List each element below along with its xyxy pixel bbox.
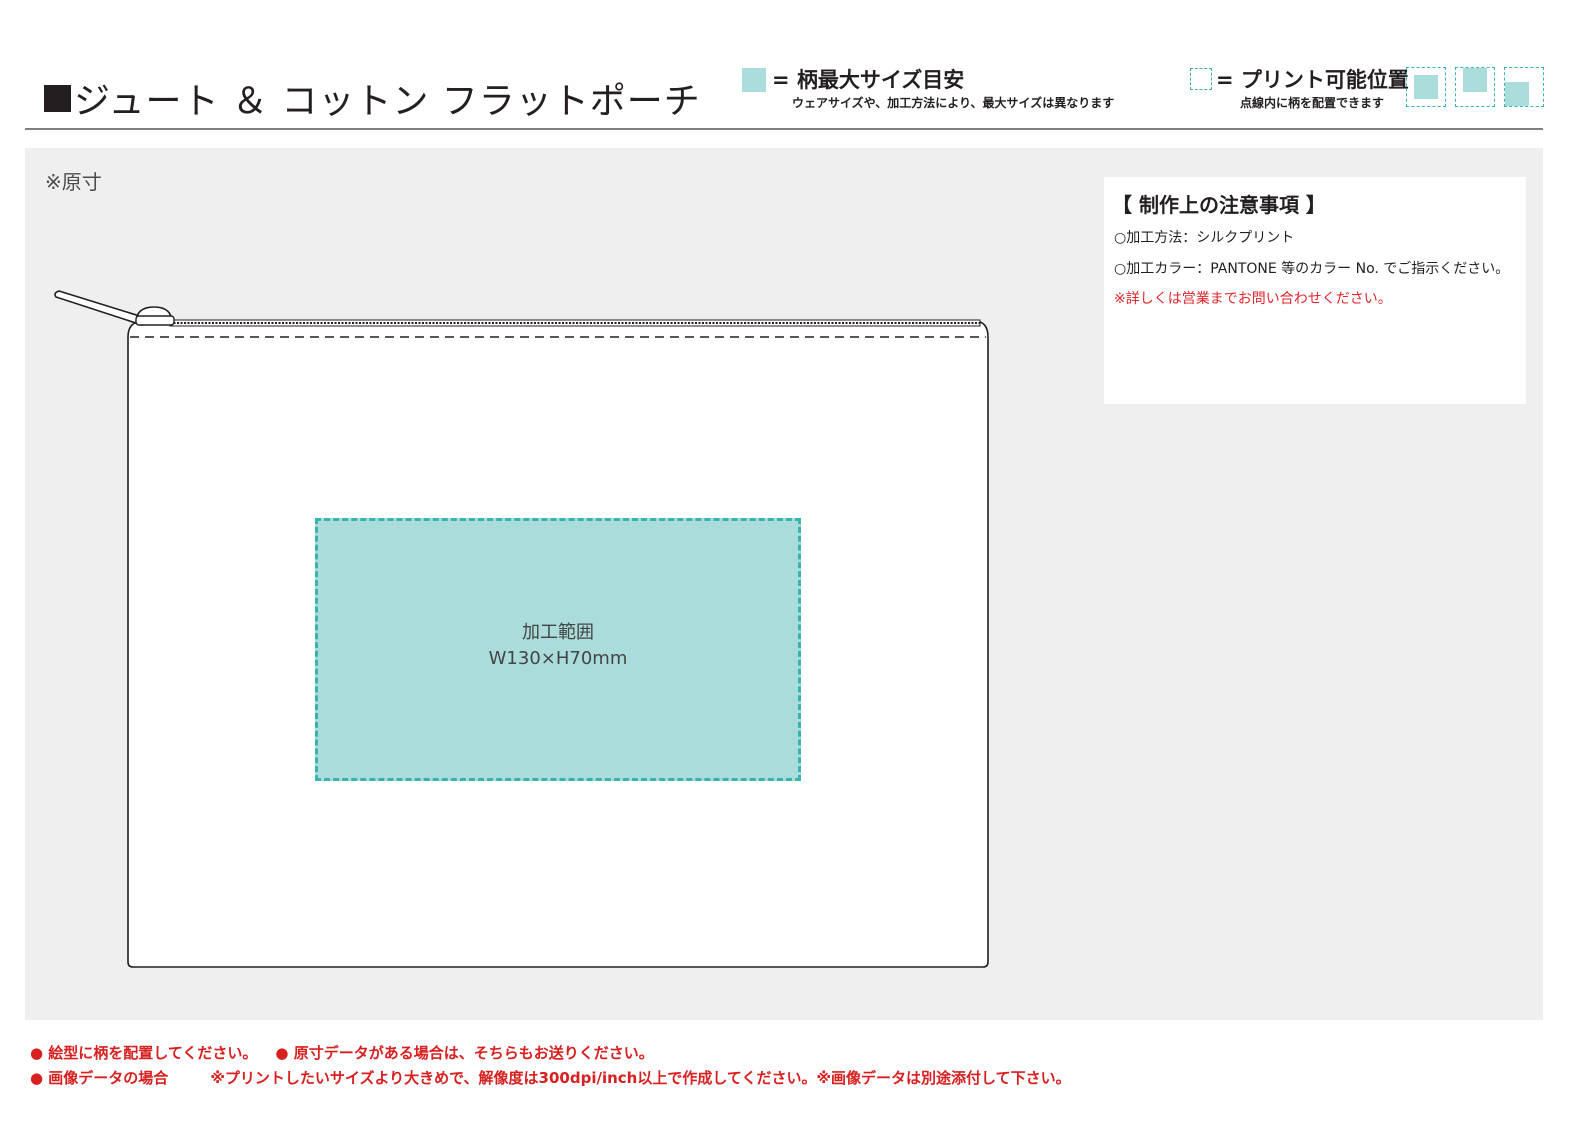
title-text: ジュート ＆ コットン フラットポーチ: [74, 81, 701, 122]
scale-note: ※原寸: [45, 170, 102, 194]
position-example-center-icon: [1406, 67, 1446, 107]
legend-print-position-head: = プリント可能位置: [1216, 68, 1409, 92]
print-area-size: W130×H70mm: [488, 648, 628, 669]
page-title: ジュート ＆ コットン フラットポーチ: [44, 72, 701, 124]
zipper-tape: [169, 319, 981, 327]
position-example-bottom-icon: [1504, 67, 1544, 107]
footer-line-2: ● 画像データの場合 ※プリントしたいサイズより大きめで、解像度は300dpi/i…: [30, 1067, 1071, 1088]
print-area-title: 加工範囲: [522, 622, 594, 643]
filled-swatch-icon: [742, 68, 766, 92]
footer-instruction-original: ● 原寸データがある場合は、そちらもお送りください。: [275, 1044, 654, 1062]
title-square-icon: [44, 84, 71, 112]
notes-title: 【 制作上の注意事項 】: [1112, 193, 1326, 217]
notes-method: ○加工方法：シルクプリント: [1114, 230, 1295, 246]
dashed-swatch-icon: [1190, 68, 1212, 90]
legend-max-size-head: = 柄最大サイズ目安: [772, 68, 965, 92]
footer-image-data-label: ● 画像データの場合: [30, 1069, 169, 1087]
print-area-label: 加工範囲 W130×H70mm: [315, 620, 801, 672]
footer-line-1: ● 絵型に柄を配置してください。 ● 原寸データがある場合は、そちらもお送りくださ…: [30, 1042, 654, 1063]
legend-print-position-sub: 点線内に柄を配置できます: [1240, 96, 1385, 110]
notes-contact: ※詳しくは営業までお問い合わせください。: [1114, 291, 1392, 307]
notes-color: ○加工カラー：PANTONE 等のカラー No. でご指示ください。: [1114, 261, 1510, 277]
header-divider: [25, 128, 1543, 130]
legend-max-size-sub: ウェアサイズや、加工方法により、最大サイズは異なります: [792, 96, 1115, 110]
footer-image-data-note: ※プリントしたいサイズより大きめで、解像度は300dpi/inch以上で作成して…: [210, 1069, 1071, 1087]
footer-instruction-place: ● 絵型に柄を配置してください。: [30, 1044, 258, 1062]
zipper-pull-icon: [54, 290, 175, 326]
position-example-top-icon: [1455, 67, 1495, 107]
production-notes: 【 制作上の注意事項 】 ○加工方法：シルクプリント ○加工カラー：PANTON…: [1104, 177, 1526, 404]
